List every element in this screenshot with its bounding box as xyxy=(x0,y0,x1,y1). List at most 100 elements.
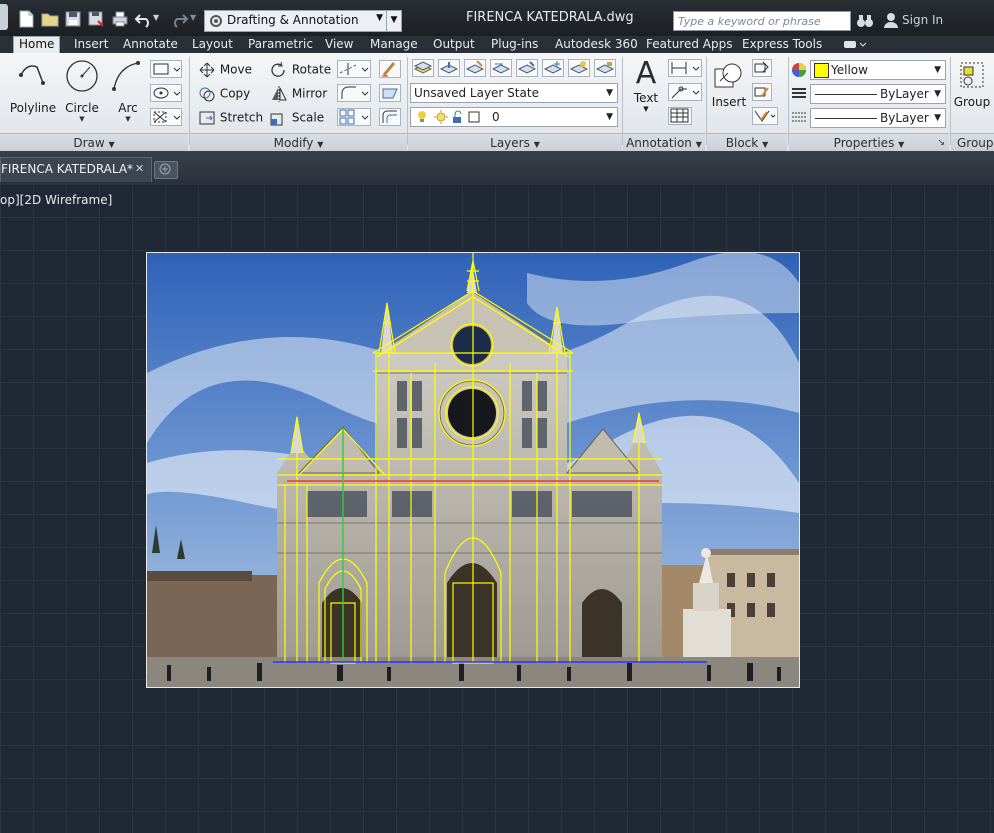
tab-parametric[interactable]: Parametric xyxy=(248,37,313,53)
array-button[interactable] xyxy=(337,108,371,126)
cathedral-raster-image[interactable] xyxy=(146,252,800,688)
layer-isolate-button[interactable] xyxy=(516,59,538,77)
customize-quick-access-button[interactable]: ▼ xyxy=(386,10,402,32)
binoculars-icon[interactable] xyxy=(856,12,874,30)
layer-status-icons xyxy=(418,110,480,124)
search-input[interactable]: Type a keyword or phrase xyxy=(673,11,851,31)
tab-output[interactable]: Output xyxy=(433,37,475,53)
group-button[interactable]: Group xyxy=(952,59,992,125)
fillet-button[interactable] xyxy=(337,84,371,102)
make-current-layer-button[interactable] xyxy=(438,59,460,77)
offset-button[interactable] xyxy=(379,108,401,126)
ribbon-minimize-button[interactable] xyxy=(843,39,867,51)
polyline-button[interactable]: Polyline xyxy=(8,59,58,125)
layer-dropdown[interactable]: 0 ▼ xyxy=(410,107,618,127)
circle-button[interactable]: Circle ▼ xyxy=(62,59,102,125)
move-button[interactable]: Move xyxy=(198,62,252,78)
tab-home[interactable]: Home xyxy=(13,36,61,54)
tab-view[interactable]: View xyxy=(325,37,353,53)
text-button[interactable]: A Text ▼ xyxy=(628,57,664,129)
layer-off-button[interactable] xyxy=(568,59,590,77)
new-tab-button[interactable] xyxy=(154,161,178,179)
dialog-launcher-icon[interactable]: ↘ xyxy=(937,134,945,152)
user-icon[interactable] xyxy=(882,11,900,29)
modify-panel-title[interactable]: Modify ▼ xyxy=(190,133,407,152)
rectangle-icon xyxy=(153,63,181,75)
boundary-button[interactable] xyxy=(150,108,182,126)
linetype-icon[interactable] xyxy=(791,86,807,102)
edit-attributes-button[interactable] xyxy=(752,107,778,125)
copy-button[interactable]: Copy xyxy=(198,86,250,102)
chevron-down-icon: ▼ xyxy=(762,140,769,149)
layer-match-button[interactable] xyxy=(464,59,486,77)
lineweight-dropdown[interactable]: ByLayer ▼ xyxy=(810,108,946,128)
draw-panel-title[interactable]: Draw ▼ xyxy=(0,133,188,152)
groups-panel-title[interactable]: Groups xyxy=(951,133,994,151)
tab-manage[interactable]: Manage xyxy=(370,37,418,53)
array-icon xyxy=(339,109,369,125)
ribbon-tab-bar: Home Insert Annotate Layout Parametric V… xyxy=(0,36,994,54)
insert-label: Insert xyxy=(711,95,747,109)
trim-button[interactable] xyxy=(337,60,371,78)
layer-properties-button[interactable] xyxy=(412,59,434,77)
block-panel-title[interactable]: Block ▼ xyxy=(707,133,787,152)
app-menu-button[interactable] xyxy=(0,4,8,30)
file-tab[interactable]: FIRENCA KATEDRALA* ✕ xyxy=(0,157,152,182)
color-wheel-icon[interactable] xyxy=(791,62,807,78)
stretch-button[interactable]: Stretch xyxy=(198,110,263,126)
layer-freeze-button[interactable] xyxy=(542,59,564,77)
tab-layout[interactable]: Layout xyxy=(192,37,233,53)
rectangle-button[interactable] xyxy=(150,60,182,78)
save-as-icon[interactable] xyxy=(86,9,106,29)
properties-panel-title[interactable]: Properties ▼ ↘ xyxy=(789,133,949,152)
create-block-icon xyxy=(754,61,769,73)
save-icon[interactable] xyxy=(63,9,83,29)
table-button[interactable] xyxy=(668,107,692,125)
layer-state-dropdown[interactable]: Unsaved Layer State ▼ xyxy=(410,83,618,103)
layer-lock-button[interactable] xyxy=(594,59,616,77)
tab-plug-ins[interactable]: Plug-ins xyxy=(491,37,538,53)
color-dropdown[interactable]: Yellow ▼ xyxy=(810,60,946,80)
workspace-switcher[interactable]: Drafting & Annotation ▼ xyxy=(204,10,388,32)
linetype-dropdown[interactable]: ByLayer ▼ xyxy=(810,84,946,104)
layers-panel-title[interactable]: Layers ▼ xyxy=(408,133,622,152)
sign-in-link[interactable]: Sign In xyxy=(902,13,943,27)
chevron-down-icon: ▼ xyxy=(79,115,85,123)
edit-block-button[interactable] xyxy=(752,83,772,101)
create-block-button[interactable] xyxy=(752,59,772,77)
layer-previous-button[interactable] xyxy=(490,59,512,77)
plot-icon[interactable] xyxy=(110,9,130,29)
undo-icon[interactable] xyxy=(134,9,154,29)
tab-autodesk-360[interactable]: Autodesk 360 xyxy=(555,37,638,53)
tab-featured-apps[interactable]: Featured Apps xyxy=(646,37,732,53)
close-icon[interactable]: ✕ xyxy=(135,158,144,180)
redo-icon[interactable] xyxy=(169,9,189,29)
mirror-button[interactable]: Mirror xyxy=(270,86,327,102)
layer-freeze-icon xyxy=(543,61,563,74)
viewport-controls-label[interactable]: op][2D Wireframe] xyxy=(0,193,112,207)
annotation-panel-title[interactable]: Annotation ▼ xyxy=(623,133,705,152)
lineweight-icon[interactable] xyxy=(791,110,807,126)
tab-insert[interactable]: Insert xyxy=(74,37,108,53)
dimension-icon xyxy=(671,62,700,74)
dimension-button[interactable] xyxy=(668,59,702,77)
move-icon xyxy=(199,62,215,78)
polyline-label: Polyline xyxy=(9,101,57,115)
layer-isolate-icon xyxy=(517,61,537,74)
explode-button[interactable] xyxy=(379,84,401,102)
rotate-button[interactable]: Rotate xyxy=(270,62,331,78)
new-icon[interactable] xyxy=(16,9,36,29)
drawing-viewport[interactable]: op][2D Wireframe] xyxy=(0,184,994,833)
tab-annotate[interactable]: Annotate xyxy=(123,37,178,53)
leader-button[interactable] xyxy=(668,83,702,101)
open-icon[interactable] xyxy=(40,9,60,29)
undo-dropdown-icon[interactable]: ▼ xyxy=(153,9,163,29)
insert-block-button[interactable]: Insert xyxy=(710,59,748,125)
erase-button[interactable] xyxy=(379,60,401,78)
tab-express-tools[interactable]: Express Tools xyxy=(742,37,822,53)
hatch-button[interactable] xyxy=(150,84,182,102)
scale-button[interactable]: Scale xyxy=(270,110,324,126)
arc-button[interactable]: Arc ▼ xyxy=(108,59,148,125)
panel-divider xyxy=(407,57,408,145)
redo-dropdown-icon[interactable]: ▼ xyxy=(190,9,200,29)
